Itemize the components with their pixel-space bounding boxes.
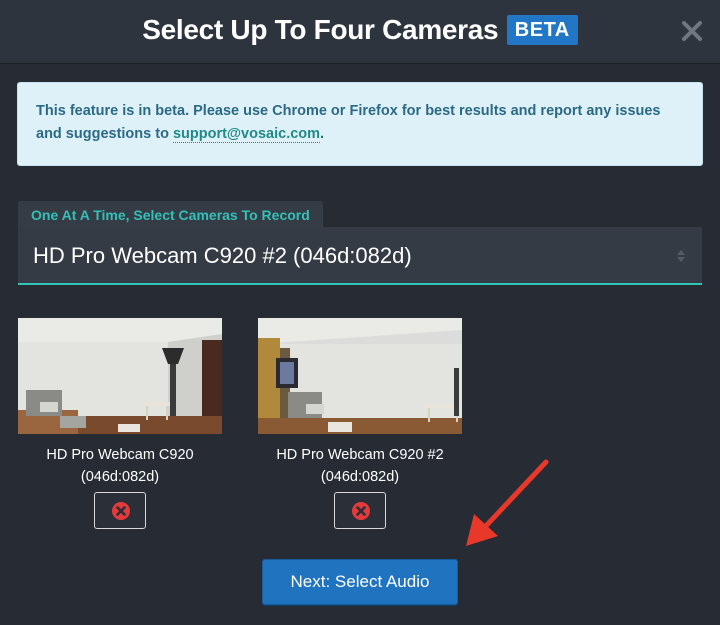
beta-badge: BETA bbox=[506, 15, 578, 45]
beta-notice: This feature is in beta. Please use Chro… bbox=[17, 82, 703, 166]
select-arrows-icon bbox=[677, 250, 685, 262]
camera-select-value: HD Pro Webcam C920 #2 (046d:082d) bbox=[33, 243, 412, 268]
notice-text: This feature is in beta. Please use Chro… bbox=[36, 103, 661, 142]
support-email-link[interactable]: support@vosaic.com bbox=[172, 126, 321, 143]
title-wrap: Select Up To Four Cameras BETA bbox=[0, 14, 720, 46]
camera-name: HD Pro Webcam C920 #2 bbox=[276, 447, 444, 463]
camera-preview bbox=[258, 318, 462, 434]
remove-circle-icon bbox=[352, 502, 370, 520]
camera-preview-image bbox=[18, 318, 222, 434]
close-icon bbox=[682, 21, 702, 41]
dialog-title: Select Up To Four Cameras bbox=[142, 14, 499, 45]
remove-circle-icon bbox=[112, 502, 130, 520]
notice-suffix: . bbox=[320, 126, 325, 142]
camera-card: HD Pro Webcam C920 #2 (046d:082d) bbox=[258, 318, 462, 534]
camera-name: HD Pro Webcam C920 bbox=[46, 447, 194, 463]
camera-id: (046d:082d) bbox=[320, 469, 400, 485]
remove-camera-button[interactable] bbox=[334, 492, 386, 529]
dialog-header: Select Up To Four Cameras BETA bbox=[0, 0, 720, 64]
camera-select[interactable]: HD Pro Webcam C920 #2 (046d:082d) bbox=[18, 227, 702, 285]
red-arrow-icon bbox=[466, 459, 549, 546]
camera-select-label: One At A Time, Select Cameras To Record bbox=[18, 201, 323, 227]
next-select-audio-button[interactable]: Next: Select Audio bbox=[262, 559, 458, 605]
remove-camera-button[interactable] bbox=[94, 492, 146, 529]
camera-card: HD Pro Webcam C920 (046d:082d) bbox=[18, 318, 222, 534]
camera-preview bbox=[18, 318, 222, 434]
camera-id: (046d:082d) bbox=[80, 469, 160, 485]
camera-preview-image bbox=[258, 318, 462, 434]
close-button[interactable] bbox=[680, 19, 704, 43]
